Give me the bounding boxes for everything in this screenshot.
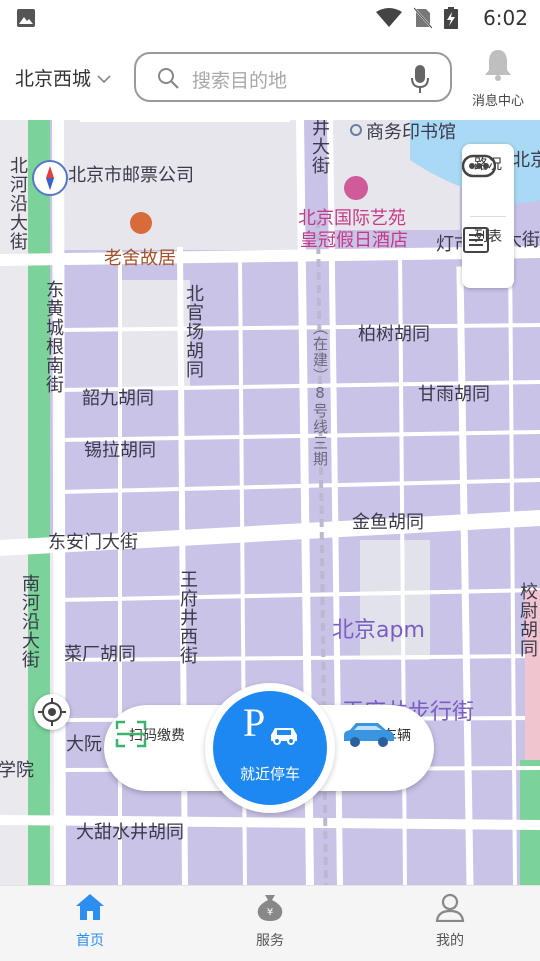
search-input[interactable]: 搜索目的地 — [134, 52, 452, 102]
compass-button[interactable] — [32, 160, 68, 196]
map-side-panel: 路况 列表 — [462, 144, 514, 288]
map-view[interactable]: 商务印书馆 北京市邮票公司 老舍故居 北京国际艺苑 皇冠假日酒店 灯市 大街 北… — [0, 120, 540, 885]
parking-symbol: P — [243, 700, 266, 745]
map-label-jingdajie[interactable]: 井大街 — [306, 120, 332, 175]
bell-icon — [484, 50, 512, 86]
nearby-parking-button[interactable]: P 就近停车 — [205, 683, 335, 813]
microphone-icon[interactable] — [410, 64, 430, 98]
map-label-xiaowei[interactable]: 校尉胡同 — [514, 582, 540, 658]
map-label-xila[interactable]: 锡拉胡同 — [84, 436, 156, 462]
traffic-icon — [462, 154, 496, 178]
no-sim-icon — [413, 7, 433, 33]
map-label-shaojiu[interactable]: 韶九胡同 — [82, 384, 154, 410]
nearby-parking-inner: P 就近停车 — [213, 691, 327, 805]
map-label-jinyu[interactable]: 金鱼胡同 — [352, 508, 424, 534]
scan-icon — [115, 720, 147, 748]
traffic-button[interactable]: 路况 — [462, 154, 514, 178]
nav-home[interactable]: 首页 — [45, 892, 135, 950]
map-label-wangfujing[interactable]: 王府井西街 — [174, 570, 200, 665]
message-center-label: 消息中心 — [471, 94, 524, 109]
header: 北京西城 搜索目的地 消息中心 — [0, 36, 540, 120]
nav-home-label: 首页 — [76, 933, 104, 949]
nav-mine[interactable]: 我的 — [405, 892, 495, 950]
nav-service-label: 服务 — [256, 933, 284, 949]
message-center-button[interactable]: 消息中心 — [466, 48, 530, 109]
locate-button[interactable] — [34, 694, 70, 730]
list-icon — [463, 227, 489, 253]
map-label-beiguanchang[interactable]: 北官场胡同 — [180, 284, 206, 379]
search-placeholder: 搜索目的地 — [192, 70, 288, 92]
money-bag-icon: ¥ — [257, 895, 283, 921]
bottom-nav: 首页 ¥ 服务 我的 — [0, 885, 540, 961]
map-label-beiheyan[interactable]: 北河沿大街 — [4, 156, 30, 251]
map-label-daruan[interactable]: 大阮 — [66, 730, 102, 756]
status-time: 6:02 — [483, 6, 528, 30]
compass-icon — [46, 166, 54, 190]
map-label-dongan[interactable]: 东安门大街 — [48, 528, 138, 554]
scan-pay-button[interactable]: 扫码缴费 — [114, 719, 200, 748]
nearby-parking-label: 就近停车 — [239, 765, 300, 783]
search-icon — [156, 66, 180, 94]
map-label-baishu[interactable]: 柏树胡同 — [358, 320, 430, 346]
status-bar: 6:02 — [0, 0, 540, 36]
locate-icon — [38, 698, 66, 726]
battery-charging-icon — [444, 7, 458, 33]
map-label-caichang[interactable]: 菜厂胡同 — [64, 640, 136, 666]
map-label-postal-company[interactable]: 北京市邮票公司 — [68, 161, 194, 187]
car-icon — [344, 723, 394, 747]
nav-service[interactable]: ¥ 服务 — [225, 892, 315, 950]
map-label-apm[interactable]: 北京apm — [332, 612, 425, 644]
hotel-icon — [344, 176, 368, 200]
map-label-donghuang[interactable]: 东黄城根南街 — [40, 280, 66, 394]
map-label-nanheyan[interactable]: 南河沿大街 — [16, 574, 42, 669]
car-small-icon — [271, 728, 297, 745]
chevron-down-icon — [97, 67, 111, 89]
nav-mine-label: 我的 — [436, 933, 464, 949]
home-icon — [76, 894, 104, 920]
wifi-icon — [376, 8, 402, 32]
city-selector[interactable]: 北京西城 — [15, 64, 111, 91]
bind-vehicle-button[interactable]: 绑定车辆 — [340, 719, 426, 747]
poi-dot — [350, 124, 362, 136]
map-label-line8: （在建）8号线三期 — [311, 320, 329, 467]
map-label-beijing-partial[interactable]: 北京 — [512, 146, 540, 172]
map-label-hotel-2[interactable]: 皇冠假日酒店 — [300, 226, 408, 252]
svg-text:¥: ¥ — [267, 907, 273, 918]
map-label-xueyuan[interactable]: 学院 — [0, 756, 34, 782]
city-label: 北京西城 — [15, 68, 92, 90]
person-icon — [435, 893, 465, 923]
side-panel-divider — [470, 216, 506, 217]
map-label-ganyu[interactable]: 甘雨胡同 — [418, 380, 490, 406]
map-label-laoshe[interactable]: 老舍故居 — [104, 244, 176, 270]
museum-icon — [130, 212, 152, 234]
map-label-datianshui[interactable]: 大甜水井胡同 — [76, 818, 184, 844]
list-button[interactable]: 列表 — [462, 226, 514, 253]
map-label-business-library[interactable]: 商务印书馆 — [366, 120, 456, 144]
image-notification-icon — [16, 8, 36, 32]
